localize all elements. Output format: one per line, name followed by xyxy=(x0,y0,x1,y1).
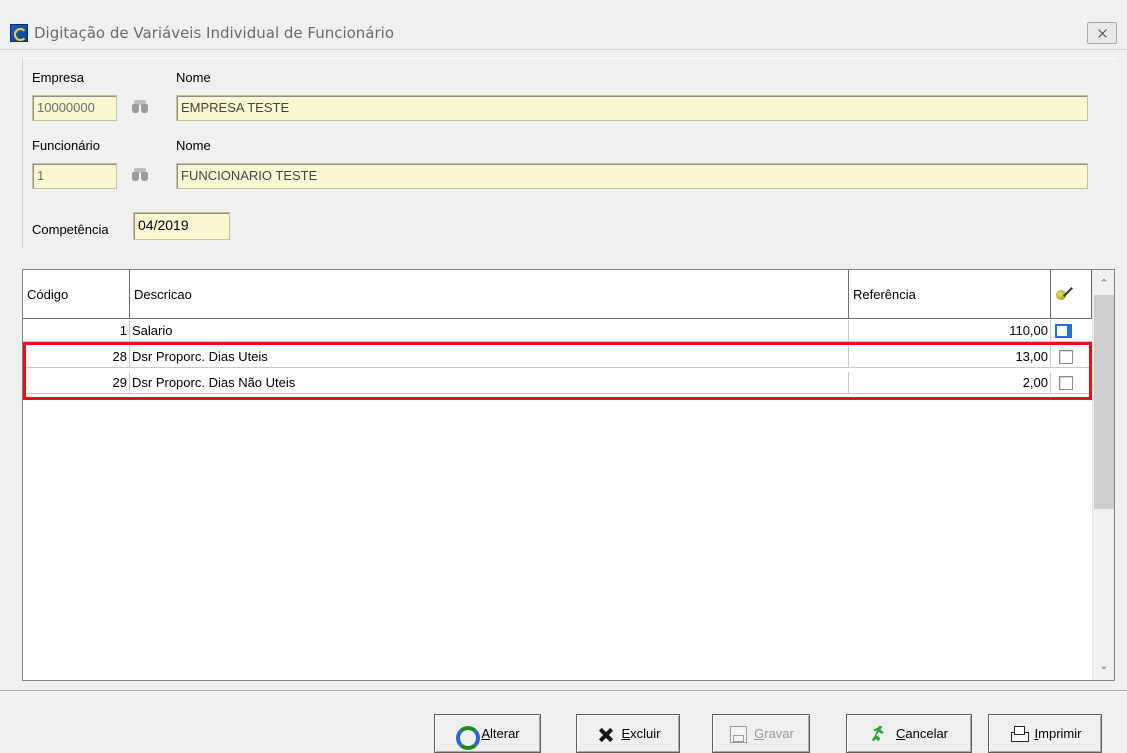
cell-codigo: 29 xyxy=(23,372,130,394)
imprimir-label: Imprimir xyxy=(1035,726,1082,741)
cancelar-label: Cancelar xyxy=(896,726,948,741)
gravar-mnemonic: G xyxy=(754,726,765,741)
alterar-label-rest: lterar xyxy=(490,726,520,741)
funcionario-name-label: Nome xyxy=(176,138,211,153)
cell-codigo: 28 xyxy=(23,346,130,368)
close-icon[interactable] xyxy=(1087,22,1117,44)
cell-referencia[interactable]: 13,00 xyxy=(849,346,1051,368)
printer-icon xyxy=(1009,725,1029,743)
competencia-field[interactable]: 04/2019 xyxy=(133,212,230,240)
funcionario-label: Funcionário xyxy=(32,138,100,153)
cell-referencia[interactable]: 2,00 xyxy=(849,372,1051,394)
table-row[interactable]: 29 Dsr Proporc. Dias Não Uteis 2,00 xyxy=(23,372,1092,394)
alterar-mnemonic: A xyxy=(481,726,491,741)
imprimir-button[interactable]: Imprimir xyxy=(988,714,1102,753)
alterar-label: Alterar xyxy=(481,726,519,741)
window-title: Digitação de Variáveis Individual de Fun… xyxy=(34,24,395,42)
excluir-label-rest: xcluir xyxy=(630,726,661,741)
scroll-thumb[interactable] xyxy=(1094,295,1114,509)
empresa-name-label: Nome xyxy=(176,70,211,85)
disk-icon xyxy=(728,725,748,743)
gravar-label-rest: ravar xyxy=(764,726,794,741)
binoculars-icon[interactable] xyxy=(131,168,149,182)
row-checkbox[interactable] xyxy=(1055,324,1072,338)
competencia-label: Competência xyxy=(32,222,109,237)
app-icon xyxy=(10,24,28,42)
column-header-codigo[interactable]: Código xyxy=(23,270,130,319)
wand-icon[interactable] xyxy=(1055,284,1073,302)
row-checkbox[interactable] xyxy=(1059,350,1073,364)
grid-header: Código Descricao Referência xyxy=(23,270,1092,319)
cancelar-mnemonic: C xyxy=(895,726,906,741)
excluir-button[interactable]: Excluir xyxy=(576,714,680,753)
imprimir-label-rest: mprimir xyxy=(1038,726,1082,741)
x-icon xyxy=(595,725,615,743)
alterar-button[interactable]: Alterar xyxy=(434,714,541,753)
cancelar-label-rest: ancelar xyxy=(905,726,949,741)
scroll-down-icon[interactable]: ⌄ xyxy=(1093,655,1115,677)
refresh-icon xyxy=(455,725,481,750)
cell-descricao: Dsr Proporc. Dias Uteis xyxy=(130,346,849,368)
funcionario-name-field[interactable]: FUNCIONARIO TESTE xyxy=(176,163,1088,189)
cell-descricao: Salario xyxy=(130,320,849,342)
cell-descricao: Dsr Proporc. Dias Não Uteis xyxy=(130,372,849,394)
column-header-selection[interactable] xyxy=(1051,270,1092,319)
empresa-code-field[interactable]: 10000000 xyxy=(32,95,117,121)
column-header-descricao[interactable]: Descricao xyxy=(130,270,849,319)
gravar-button[interactable]: Gravar xyxy=(712,714,810,753)
binoculars-icon[interactable] xyxy=(131,100,149,114)
empresa-label: Empresa xyxy=(32,70,85,85)
table-row[interactable]: 1 Salario 110,00 xyxy=(23,320,1092,342)
empresa-name-field[interactable]: EMPRESA TESTE xyxy=(176,95,1088,121)
divider xyxy=(0,691,1127,692)
column-header-referencia[interactable]: Referência xyxy=(849,270,1051,319)
cancelar-button[interactable]: Cancelar xyxy=(846,714,972,753)
vertical-scrollbar[interactable]: ⌃ ⌄ xyxy=(1092,270,1114,680)
title-bar: Digitação de Variáveis Individual de Fun… xyxy=(0,0,1127,50)
table-row[interactable]: 28 Dsr Proporc. Dias Uteis 13,00 xyxy=(23,346,1092,368)
cell-referencia[interactable]: 110,00 xyxy=(849,320,1051,342)
excluir-label: Excluir xyxy=(621,726,660,741)
excluir-mnemonic: E xyxy=(621,726,631,741)
variables-grid: Código Descricao Referência 1 Salario 11… xyxy=(22,269,1115,681)
funcionario-code-field[interactable]: 1 xyxy=(32,163,117,189)
runner-icon xyxy=(870,725,890,743)
scroll-up-icon[interactable]: ⌃ xyxy=(1093,273,1115,295)
cell-codigo: 1 xyxy=(23,320,130,342)
gravar-label: Gravar xyxy=(754,726,794,741)
row-checkbox[interactable] xyxy=(1059,376,1073,390)
